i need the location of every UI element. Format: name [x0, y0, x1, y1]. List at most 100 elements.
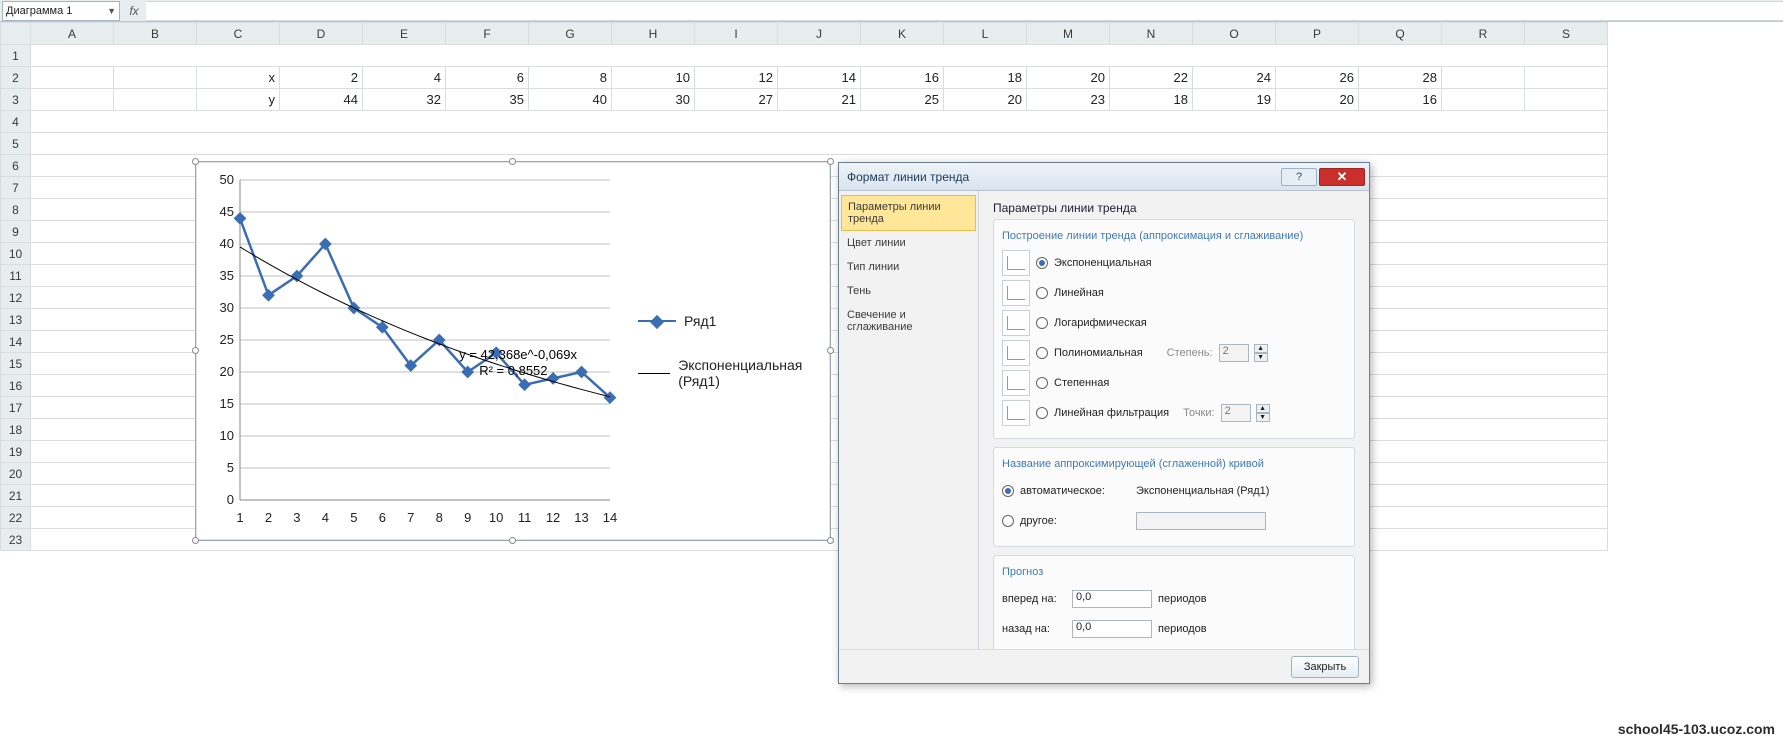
nav-params[interactable]: Параметры линии тренда — [841, 195, 976, 231]
cell[interactable]: 10 — [612, 67, 695, 89]
row-header[interactable]: 17 — [1, 397, 31, 419]
cell[interactable] — [1442, 67, 1525, 89]
cell[interactable]: 40 — [529, 89, 612, 111]
input-name-other[interactable] — [1136, 512, 1266, 530]
col-header[interactable]: Q — [1359, 23, 1442, 45]
cell[interactable]: 27 — [695, 89, 778, 111]
radio-pow[interactable] — [1036, 377, 1048, 389]
col-header[interactable]: B — [114, 23, 197, 45]
row-header[interactable]: 8 — [1, 199, 31, 221]
cell[interactable]: 2 — [280, 67, 363, 89]
row-header[interactable]: 10 — [1, 243, 31, 265]
spreadsheet-grid[interactable]: A B C D E F G H I J K L M N O P Q R S 1 … — [0, 22, 1783, 742]
col-header[interactable]: S — [1525, 23, 1608, 45]
radio-exp[interactable] — [1036, 257, 1048, 269]
radio-lin[interactable] — [1036, 287, 1048, 299]
cell[interactable]: 32 — [363, 89, 446, 111]
nav-line-color[interactable]: Цвет линии — [839, 231, 978, 255]
cell[interactable]: 18 — [944, 67, 1027, 89]
col-header[interactable]: D — [280, 23, 363, 45]
cell[interactable]: 30 — [612, 89, 695, 111]
row-header[interactable]: 22 — [1, 507, 31, 529]
cell[interactable]: 20 — [1276, 89, 1359, 111]
col-header[interactable]: K — [861, 23, 944, 45]
help-button[interactable]: ? — [1281, 168, 1317, 186]
radio-poly[interactable] — [1036, 347, 1048, 359]
row-header[interactable]: 5 — [1, 133, 31, 155]
col-header[interactable]: O — [1193, 23, 1276, 45]
resize-handle[interactable] — [827, 158, 834, 165]
chart-object[interactable]: 051015202530354045501234567891011121314y… — [195, 161, 831, 541]
row-header[interactable]: 9 — [1, 221, 31, 243]
cell[interactable]: 12 — [695, 67, 778, 89]
cell[interactable]: 26 — [1276, 67, 1359, 89]
trendline-format-dialog[interactable]: Формат линии тренда ? ✕ Параметры линии … — [838, 162, 1370, 684]
cell[interactable]: 35 — [446, 89, 529, 111]
nav-line-type[interactable]: Тип линии — [839, 255, 978, 279]
back-input[interactable]: 0,0 — [1072, 620, 1152, 638]
row-header[interactable]: 23 — [1, 529, 31, 551]
col-header[interactable]: I — [695, 23, 778, 45]
cell[interactable]: 18 — [1110, 89, 1193, 111]
cell[interactable] — [31, 133, 1608, 155]
fwd-input[interactable]: 0,0 — [1072, 590, 1152, 608]
cell[interactable]: 4 — [363, 67, 446, 89]
radio-name-other[interactable] — [1002, 515, 1014, 527]
formula-input[interactable] — [146, 1, 1783, 21]
col-header[interactable]: L — [944, 23, 1027, 45]
resize-handle[interactable] — [192, 537, 199, 544]
row-header[interactable]: 4 — [1, 111, 31, 133]
cell[interactable] — [31, 67, 114, 89]
col-header[interactable]: G — [529, 23, 612, 45]
cell[interactable] — [1525, 67, 1608, 89]
cell[interactable]: 21 — [778, 89, 861, 111]
cell[interactable]: 25 — [861, 89, 944, 111]
col-header[interactable]: E — [363, 23, 446, 45]
cell[interactable]: x — [197, 67, 280, 89]
cell[interactable]: 23 — [1027, 89, 1110, 111]
col-header[interactable]: A — [31, 23, 114, 45]
close-dialog-button[interactable]: Закрыть — [1291, 656, 1359, 678]
row-header[interactable]: 12 — [1, 287, 31, 309]
col-header[interactable]: N — [1110, 23, 1193, 45]
radio-name-auto[interactable] — [1002, 485, 1014, 497]
cell[interactable] — [1525, 89, 1608, 111]
fx-icon[interactable]: fx — [122, 4, 146, 18]
cell[interactable] — [114, 89, 197, 111]
cell[interactable] — [31, 111, 1608, 133]
row-header[interactable]: 3 — [1, 89, 31, 111]
cell[interactable]: 22 — [1110, 67, 1193, 89]
cell[interactable] — [31, 89, 114, 111]
row-header[interactable]: 21 — [1, 485, 31, 507]
cell[interactable] — [114, 67, 197, 89]
cell[interactable]: 20 — [944, 89, 1027, 111]
row-header[interactable]: 1 — [1, 45, 31, 67]
close-button[interactable]: ✕ — [1319, 168, 1365, 186]
cell[interactable]: 24 — [1193, 67, 1276, 89]
col-header[interactable]: P — [1276, 23, 1359, 45]
radio-movavg[interactable] — [1036, 407, 1048, 419]
row-header[interactable]: 14 — [1, 331, 31, 353]
row-header[interactable]: 11 — [1, 265, 31, 287]
row-header[interactable]: 16 — [1, 375, 31, 397]
resize-handle[interactable] — [827, 537, 834, 544]
col-header[interactable]: R — [1442, 23, 1525, 45]
nav-glow[interactable]: Свечение и сглаживание — [839, 303, 978, 339]
resize-handle[interactable] — [827, 347, 834, 354]
resize-handle[interactable] — [192, 347, 199, 354]
col-header[interactable]: C — [197, 23, 280, 45]
dialog-titlebar[interactable]: Формат линии тренда ? ✕ — [839, 163, 1369, 191]
row-header[interactable]: 6 — [1, 155, 31, 177]
resize-handle[interactable] — [192, 158, 199, 165]
row-header[interactable]: 7 — [1, 177, 31, 199]
chevron-down-icon[interactable]: ▼ — [107, 6, 116, 16]
select-all-corner[interactable] — [1, 23, 31, 45]
cell[interactable]: 20 — [1027, 67, 1110, 89]
col-header[interactable]: M — [1027, 23, 1110, 45]
row-header[interactable]: 20 — [1, 463, 31, 485]
col-header[interactable]: F — [446, 23, 529, 45]
radio-log[interactable] — [1036, 317, 1048, 329]
cell[interactable]: 8 — [529, 67, 612, 89]
resize-handle[interactable] — [509, 537, 516, 544]
cell[interactable]: 16 — [861, 67, 944, 89]
